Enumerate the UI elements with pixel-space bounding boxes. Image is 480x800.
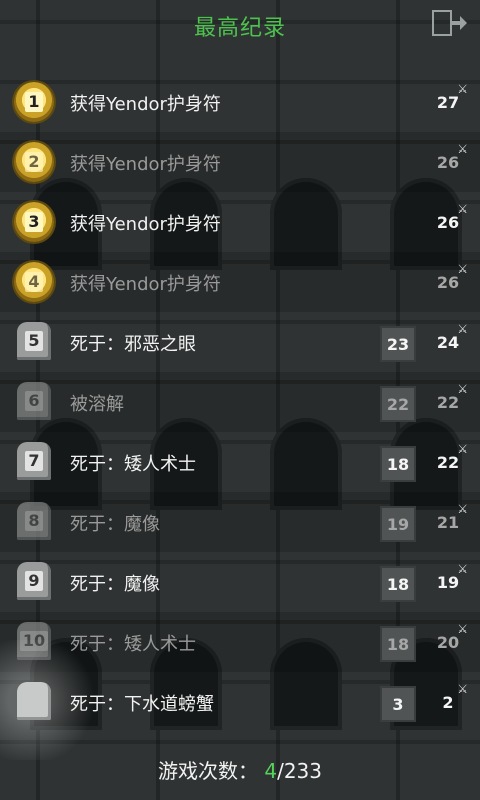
amulet-medal-icon: 4 bbox=[14, 262, 54, 302]
games-played-current: 4 bbox=[264, 759, 278, 783]
tombstone-icon: 8 bbox=[14, 502, 54, 542]
record-row[interactable]: 5 死于：邪恶之眼 23 24 ⚔ bbox=[0, 312, 480, 372]
amulet-medal-icon: 1 bbox=[14, 82, 54, 122]
level-badge: 26 ⚔ bbox=[436, 142, 468, 172]
records-list: 1 获得Yendor护身符 27 ⚔ 2 获得Yendor护身符 26 ⚔ 3 获得… bbox=[0, 72, 480, 732]
record-text: 死于：魔像 bbox=[70, 514, 160, 535]
amulet-medal-icon: 2 bbox=[14, 142, 54, 182]
record-text: 被溶解 bbox=[70, 394, 124, 415]
record-text: 获得Yendor护身符 bbox=[70, 94, 221, 115]
level-badge: 27 ⚔ bbox=[436, 82, 468, 112]
record-row[interactable]: 1 获得Yendor护身符 27 ⚔ bbox=[0, 72, 480, 132]
record-text: 死于：矮人术士 bbox=[70, 454, 196, 475]
depth-badge: 3 bbox=[380, 686, 416, 722]
tombstone-icon: 7 bbox=[14, 442, 54, 482]
record-text: 死于：魔像 bbox=[70, 574, 160, 595]
depth-badge: 18 bbox=[380, 626, 416, 662]
tombstone-icon: 9 bbox=[14, 562, 54, 602]
level-badge: 24 ⚔ bbox=[436, 322, 468, 352]
level-badge: 21 ⚔ bbox=[436, 502, 468, 532]
depth-badge: 18 bbox=[380, 566, 416, 602]
highlight-glow bbox=[0, 640, 120, 760]
record-row[interactable]: 2 获得Yendor护身符 26 ⚔ bbox=[0, 132, 480, 192]
level-badge: 20 ⚔ bbox=[436, 622, 468, 652]
record-text: 获得Yendor护身符 bbox=[70, 274, 221, 295]
depth-badge: 23 bbox=[380, 326, 416, 362]
games-played-label: 游戏次数： bbox=[157, 759, 258, 783]
level-badge: 22 ⚔ bbox=[436, 442, 468, 472]
record-row[interactable]: 7 死于：矮人术士 18 22 ⚔ bbox=[0, 432, 480, 492]
record-row[interactable]: 3 获得Yendor护身符 26 ⚔ bbox=[0, 192, 480, 252]
record-text: 获得Yendor护身符 bbox=[70, 154, 221, 175]
level-badge: 2 ⚔ bbox=[442, 682, 468, 712]
amulet-medal-icon: 3 bbox=[14, 202, 54, 242]
record-text: 死于：邪恶之眼 bbox=[70, 334, 196, 355]
depth-badge: 19 bbox=[380, 506, 416, 542]
record-row[interactable]: 8 死于：魔像 19 21 ⚔ bbox=[0, 492, 480, 552]
page-title: 最高纪录 bbox=[193, 16, 286, 41]
tombstone-icon: 6 bbox=[14, 382, 54, 422]
record-row[interactable]: 9 死于：魔像 18 19 ⚔ bbox=[0, 552, 480, 612]
exit-icon[interactable] bbox=[432, 10, 468, 36]
games-played-total: /233 bbox=[277, 759, 322, 783]
tombstone-icon: 5 bbox=[14, 322, 54, 362]
record-row[interactable]: 6 被溶解 22 22 ⚔ bbox=[0, 372, 480, 432]
games-played: 游戏次数： 4/233 bbox=[0, 755, 480, 784]
level-badge: 19 ⚔ bbox=[436, 562, 468, 592]
level-badge: 22 ⚔ bbox=[436, 382, 468, 412]
level-badge: 26 ⚔ bbox=[436, 262, 468, 292]
record-row[interactable]: 4 获得Yendor护身符 26 ⚔ bbox=[0, 252, 480, 312]
level-badge: 26 ⚔ bbox=[436, 202, 468, 232]
depth-badge: 22 bbox=[380, 386, 416, 422]
record-text: 获得Yendor护身符 bbox=[70, 214, 221, 235]
depth-badge: 18 bbox=[380, 446, 416, 482]
